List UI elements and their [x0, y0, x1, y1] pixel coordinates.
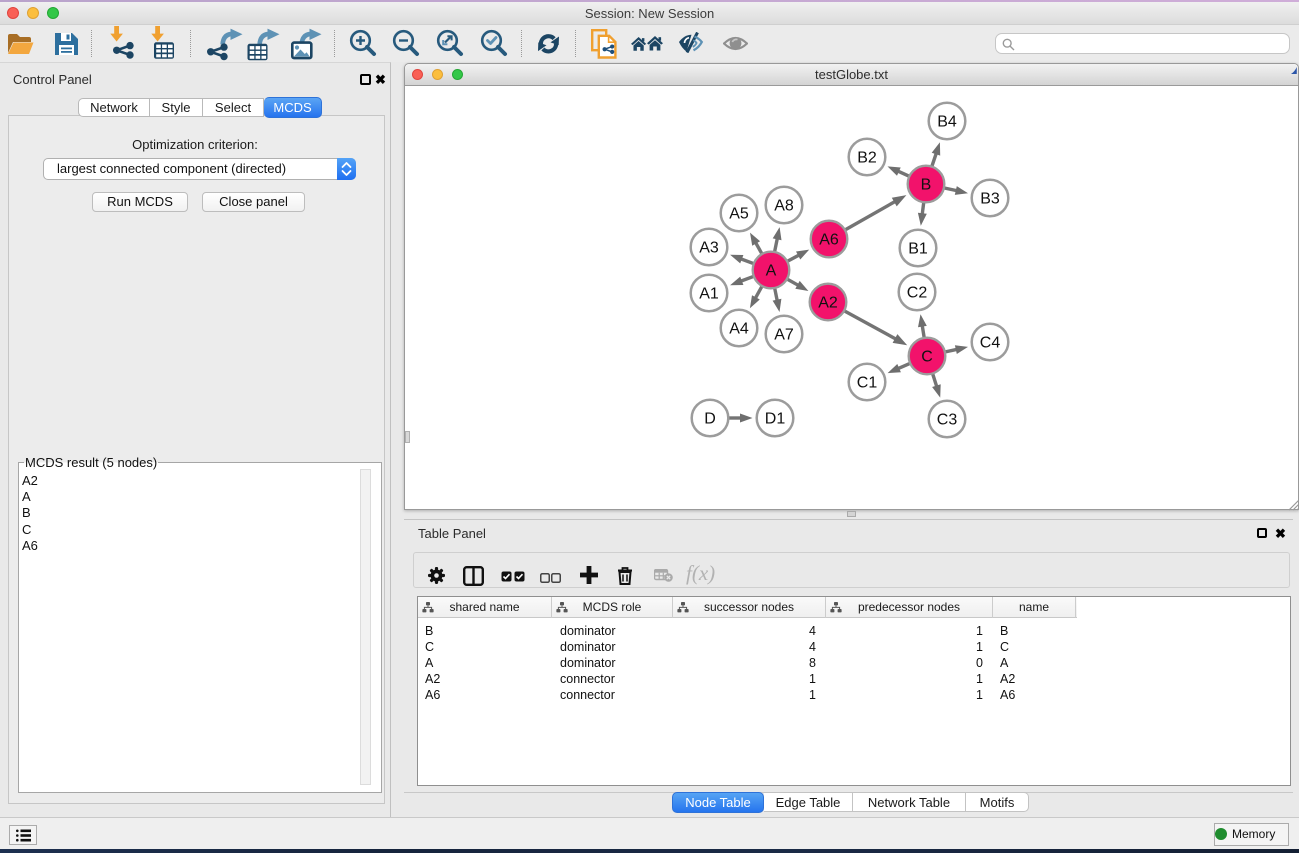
svg-text:C2: C2	[907, 285, 928, 302]
svg-text:C: C	[921, 349, 933, 366]
svg-text:B: B	[921, 177, 932, 194]
svg-text:A5: A5	[729, 206, 749, 223]
svg-text:A4: A4	[729, 321, 749, 338]
svg-text:A6: A6	[819, 232, 839, 249]
svg-text:C4: C4	[980, 335, 1001, 352]
svg-text:A2: A2	[818, 295, 838, 312]
svg-text:A3: A3	[699, 240, 719, 257]
svg-text:D: D	[704, 411, 716, 428]
svg-text:B2: B2	[857, 150, 877, 167]
svg-text:C1: C1	[857, 375, 878, 392]
svg-text:D1: D1	[765, 411, 786, 428]
svg-text:A: A	[766, 263, 777, 280]
svg-text:A7: A7	[774, 327, 794, 344]
svg-text:B4: B4	[937, 114, 957, 131]
svg-text:B3: B3	[980, 191, 1000, 208]
svg-text:C3: C3	[937, 412, 958, 429]
svg-text:A1: A1	[699, 286, 719, 303]
svg-text:A8: A8	[774, 198, 794, 215]
svg-text:B1: B1	[908, 241, 928, 258]
